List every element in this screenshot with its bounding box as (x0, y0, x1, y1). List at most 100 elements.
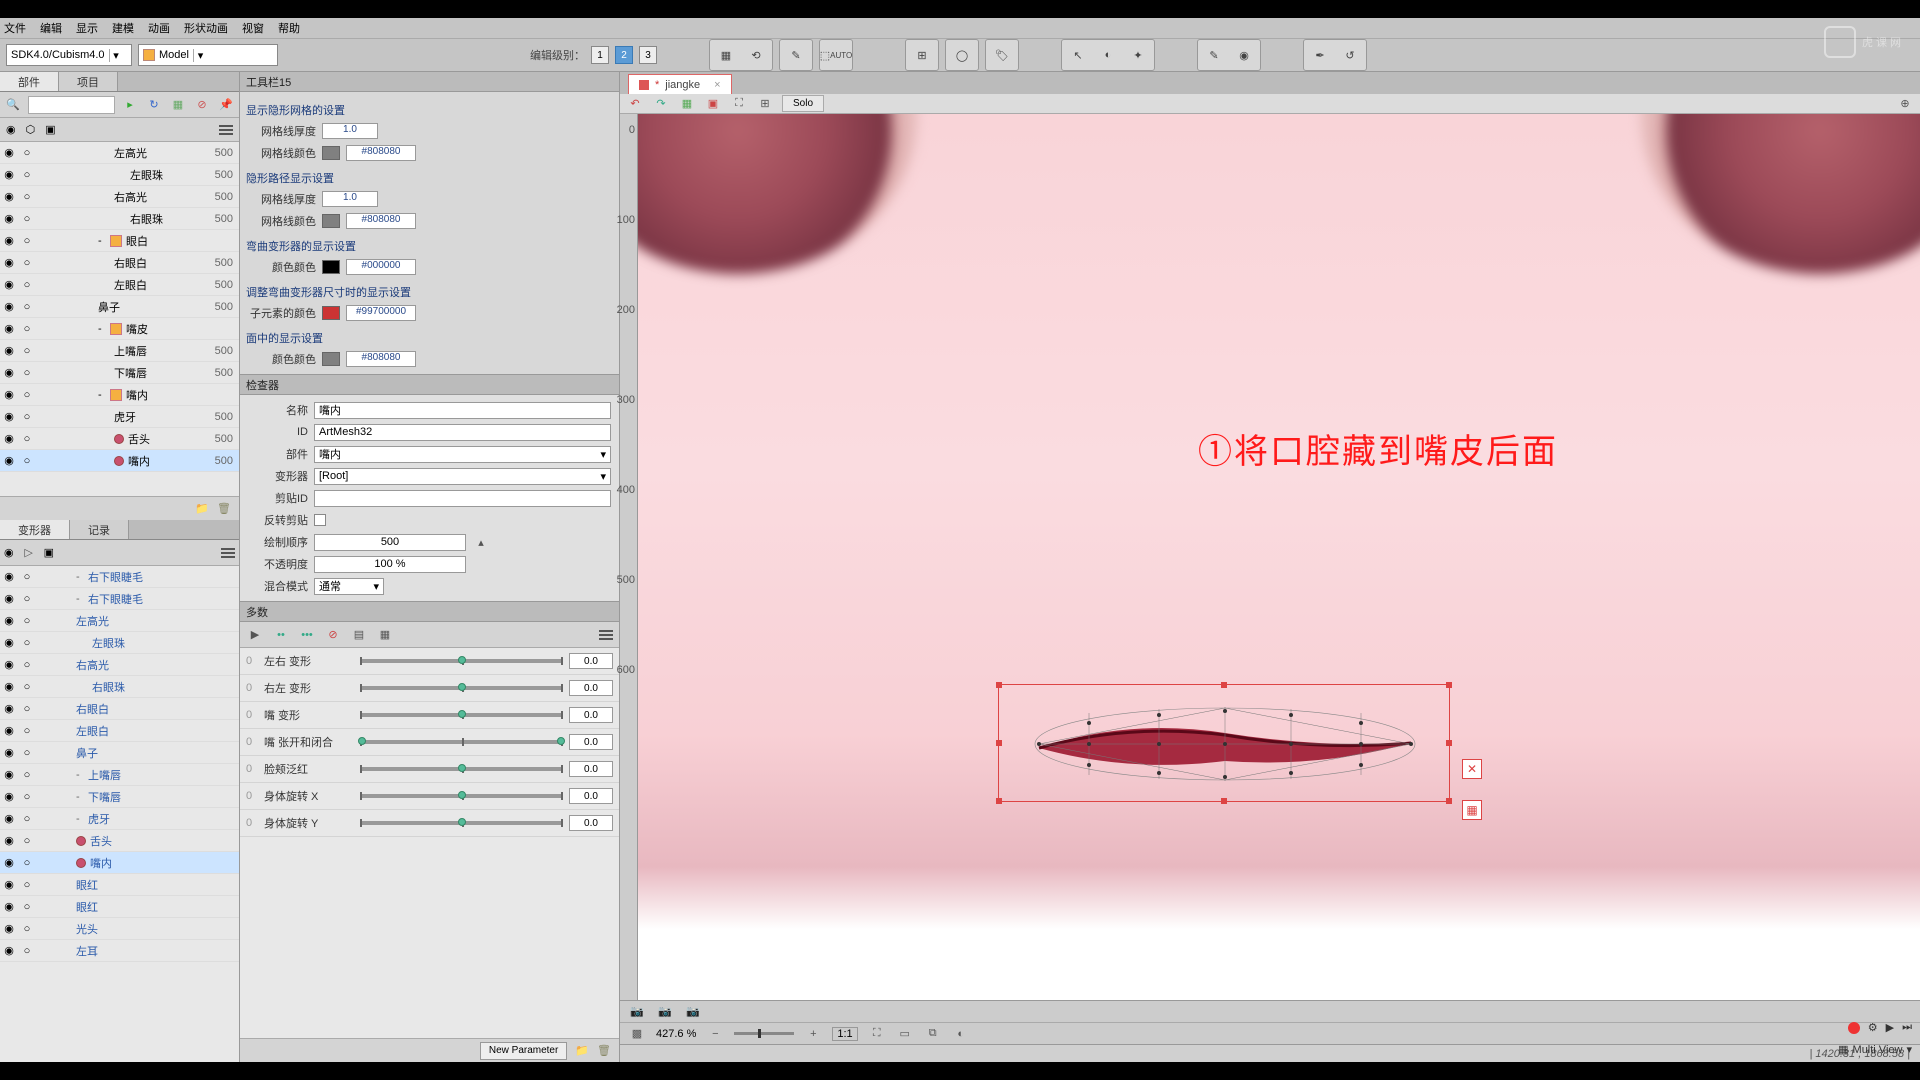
grid-button[interactable]: ⊞ (908, 42, 936, 68)
lock-header-icon[interactable]: ⬡ (26, 123, 36, 136)
parts-search-input[interactable] (28, 96, 115, 114)
tree-row[interactable]: ◉○-右下眼睫毛 (0, 588, 239, 610)
param-panel2-icon[interactable]: ▦ (376, 626, 394, 644)
camera2-icon[interactable]: 📷 (656, 1003, 674, 1021)
face-color-input[interactable]: #808080 (346, 351, 416, 367)
invert-checkbox[interactable] (314, 514, 326, 526)
tree-row[interactable]: ◉○-下嘴唇 (0, 786, 239, 808)
tree-row[interactable]: ◉○-虎牙 (0, 808, 239, 830)
fit-icon[interactable]: ⛶ (868, 1025, 886, 1043)
filter-blue-icon[interactable]: ↻ (145, 96, 163, 114)
parts-tree[interactable]: ◉○左高光500◉○左眼珠500◉○右高光500◉○右眼珠500◉○-眼白◉○右… (0, 142, 239, 496)
multiview-icon[interactable]: ▦ (1838, 1043, 1848, 1056)
panel-menu-icon[interactable] (219, 125, 233, 135)
record-button[interactable] (1848, 1022, 1860, 1034)
deform-tool-button[interactable]: ▦ (712, 42, 740, 68)
parameter-row[interactable]: 0身体旋转 X (240, 783, 619, 810)
child-color-swatch[interactable] (322, 306, 340, 320)
tree-row[interactable]: ◉○左高光 (0, 610, 239, 632)
zoom-in-icon[interactable]: + (804, 1025, 822, 1043)
param-value-input[interactable] (569, 815, 613, 831)
menu-help[interactable]: 帮助 (278, 20, 300, 36)
tree-row[interactable]: ◉○右眼白 (0, 698, 239, 720)
document-tab[interactable]: * jiangke × (628, 74, 732, 94)
tree-row[interactable]: ◉○左眼白 (0, 720, 239, 742)
panel-menu-icon[interactable] (221, 548, 235, 558)
tree-row[interactable]: ◉○虎牙500 (0, 406, 239, 428)
warp-color-input[interactable]: #000000 (346, 259, 416, 275)
param-key3-icon[interactable]: ••• (298, 626, 316, 644)
param-key2-icon[interactable]: •• (272, 626, 290, 644)
pin-icon[interactable]: 📌 (217, 96, 235, 114)
selection-bounds[interactable] (998, 684, 1450, 802)
param-delete-icon[interactable]: ⊘ (324, 626, 342, 644)
param-slider[interactable] (360, 740, 563, 744)
part-combo[interactable]: 嘴内▾ (314, 446, 611, 463)
face-color-swatch[interactable] (322, 352, 340, 366)
stepper-icon[interactable]: ▴ (472, 533, 490, 551)
panel-menu-icon[interactable] (599, 630, 613, 640)
menu-window[interactable]: 视窗 (242, 20, 264, 36)
menu-formanim[interactable]: 形状动画 (184, 20, 228, 36)
close-icon[interactable]: × (714, 79, 720, 91)
param-slider[interactable] (360, 686, 563, 690)
clip-input[interactable] (314, 490, 611, 507)
draw-order-input[interactable] (314, 534, 466, 551)
expand-icon[interactable]: ⛶ (730, 95, 748, 113)
new-folder-icon[interactable]: 📁 (195, 502, 209, 515)
tree-row[interactable]: ◉○-嘴内 (0, 384, 239, 406)
mode-combo[interactable]: Model ▾ (138, 44, 278, 66)
tree-row[interactable]: ◉○-右下眼睫毛 (0, 566, 239, 588)
param-slider[interactable] (360, 713, 563, 717)
step-icon[interactable]: ⏭ (1902, 1021, 1912, 1034)
tree-row[interactable]: ◉○嘴内 (0, 852, 239, 874)
parameter-row[interactable]: 0右左 变形 (240, 675, 619, 702)
tree-row[interactable]: ◉○左耳 (0, 940, 239, 962)
target-icon[interactable]: ⊕ (1896, 95, 1914, 113)
tree-row[interactable]: ◉○右眼珠500 (0, 208, 239, 230)
zoom-out-icon[interactable]: − (706, 1025, 724, 1043)
parameter-row[interactable]: 0嘴 变形 (240, 702, 619, 729)
grid-depth-input[interactable]: 1.0 (322, 123, 378, 139)
param-value-input[interactable] (569, 680, 613, 696)
viewport[interactable]: ①将口腔藏到嘴皮后面 (638, 114, 1920, 1000)
ratio-label[interactable]: 1:1 (832, 1027, 857, 1041)
gear-icon[interactable]: ⚙ (1868, 1021, 1878, 1034)
visibility-header-icon[interactable]: ◉ (4, 546, 14, 559)
tree-row[interactable]: ◉○左眼珠500 (0, 164, 239, 186)
param-value-input[interactable] (569, 707, 613, 723)
arrow-tool-button[interactable]: ↖ (1064, 42, 1092, 68)
grid-icon[interactable]: ▦ (169, 96, 187, 114)
magic-tool-button[interactable]: ✦ (1124, 42, 1152, 68)
tree-row[interactable]: ◉○鼻子 (0, 742, 239, 764)
param-value-input[interactable] (569, 788, 613, 804)
search-icon[interactable]: 🔍 (4, 96, 22, 114)
grid-toggle-icon[interactable]: ▦ (678, 95, 696, 113)
param-value-input[interactable] (569, 734, 613, 750)
panel-icon[interactable]: ▣ (44, 546, 54, 559)
tree-row[interactable]: ◉○下嘴唇500 (0, 362, 239, 384)
parameter-row[interactable]: 0脸颊泛红 (240, 756, 619, 783)
lasso-tool-button[interactable]: ◐ (1094, 42, 1122, 68)
menu-anim[interactable]: 动画 (148, 20, 170, 36)
auto-mesh-button[interactable]: ⬚AUTO (822, 42, 850, 68)
parameter-row[interactable]: 0嘴 张开和闭合 (240, 729, 619, 756)
tree-row[interactable]: ◉○眼红 (0, 896, 239, 918)
snap-icon[interactable]: ▣ (704, 95, 722, 113)
param-slider[interactable] (360, 821, 563, 825)
parameter-row[interactable]: 0左右 变形 (240, 648, 619, 675)
multiview-label[interactable]: Multi View (1853, 1044, 1903, 1056)
glue-tool-button[interactable]: ◉ (1230, 42, 1258, 68)
edit-level-1[interactable]: 1 (591, 46, 609, 64)
tree-row[interactable]: ◉○光头 (0, 918, 239, 940)
path-tool-button[interactable]: ✒ (1306, 42, 1334, 68)
onion-icon[interactable]: ◐ (952, 1025, 970, 1043)
frame-icon[interactable]: ▭ (896, 1025, 914, 1043)
menu-file[interactable]: 文件 (4, 20, 26, 36)
undo-icon[interactable]: ↶ (626, 95, 644, 113)
name-input[interactable] (314, 402, 611, 419)
new-folder-icon[interactable]: 📁 (575, 1044, 589, 1057)
tree-row[interactable]: ◉○右眼白500 (0, 252, 239, 274)
cancel-icon[interactable]: ⊘ (193, 96, 211, 114)
brush-tool-button[interactable]: ✎ (1200, 42, 1228, 68)
